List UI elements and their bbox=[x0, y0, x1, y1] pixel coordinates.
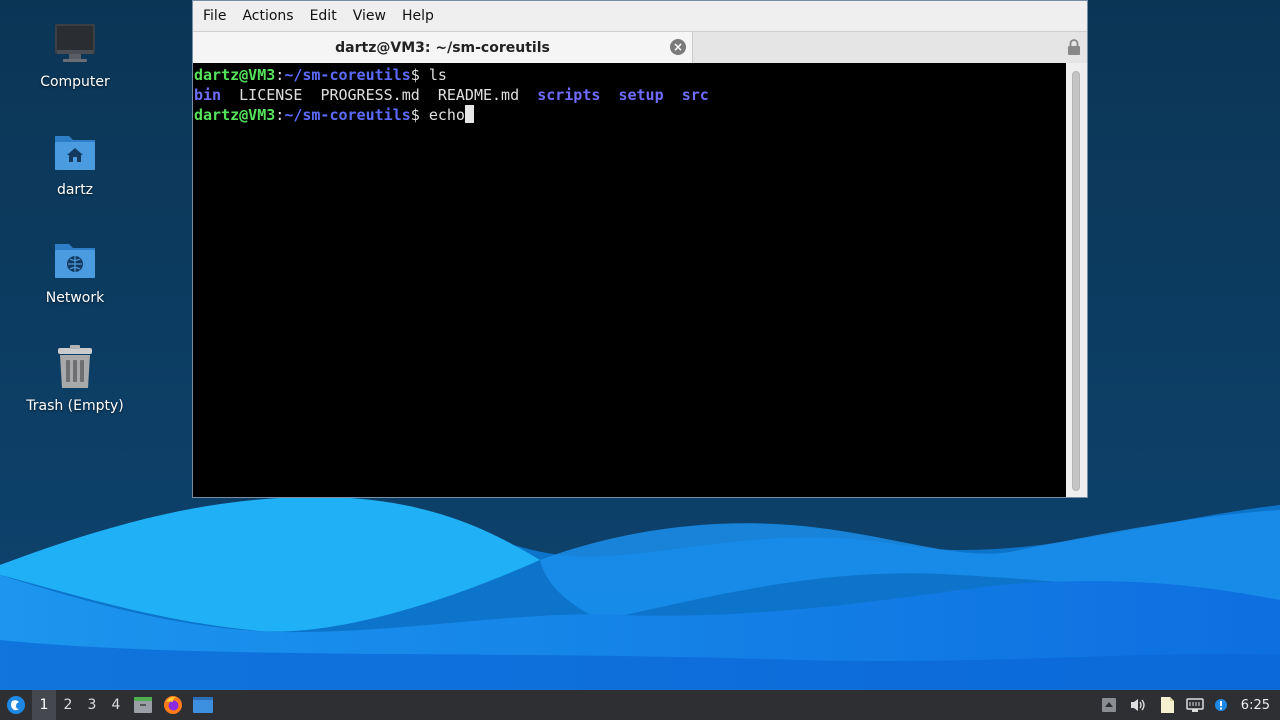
clipboard-icon bbox=[1160, 697, 1174, 713]
ls-entry: README.md bbox=[437, 86, 520, 104]
prompt-user: dartz@VM3 bbox=[194, 66, 276, 84]
volume-icon bbox=[1130, 699, 1145, 711]
workspace-1[interactable]: 1 bbox=[32, 690, 56, 720]
start-menu-icon bbox=[7, 696, 25, 714]
menu-actions[interactable]: Actions bbox=[234, 1, 301, 31]
clipboard-button[interactable] bbox=[1153, 690, 1181, 720]
clock[interactable]: 6:25 bbox=[1233, 698, 1280, 713]
terminal-icon bbox=[193, 697, 213, 713]
taskbar: 1 2 3 4 6:25 bbox=[0, 690, 1280, 720]
menu-bar: File Actions Edit View Help bbox=[193, 1, 1087, 31]
prompt-user: dartz@VM3 bbox=[194, 106, 276, 124]
desktop-icon-computer[interactable]: Computer bbox=[20, 20, 130, 90]
file-manager-icon bbox=[134, 697, 152, 713]
ls-entry: bin bbox=[194, 86, 222, 104]
ls-entry: PROGRESS.md bbox=[320, 86, 420, 104]
close-tab-icon[interactable]: × bbox=[670, 39, 686, 55]
ls-entry: scripts bbox=[537, 86, 601, 104]
file-manager-launcher[interactable] bbox=[128, 690, 158, 720]
prompt-separator: : bbox=[275, 106, 285, 124]
lock-icon[interactable] bbox=[1067, 39, 1081, 55]
firefox-launcher[interactable] bbox=[158, 690, 188, 720]
terminal-scrollbar[interactable] bbox=[1066, 63, 1087, 497]
menu-help[interactable]: Help bbox=[394, 1, 442, 31]
tray-expand-button[interactable] bbox=[1095, 690, 1123, 720]
prompt-symbol: $ bbox=[410, 106, 429, 124]
menu-edit[interactable]: Edit bbox=[302, 1, 345, 31]
terminal-tab[interactable]: dartz@VM3: ~/sm-coreutils × bbox=[193, 32, 693, 63]
prompt-symbol: $ bbox=[410, 66, 429, 84]
tab-bar: dartz@VM3: ~/sm-coreutils × bbox=[193, 31, 1087, 63]
text-cursor bbox=[464, 105, 474, 123]
menu-view[interactable]: View bbox=[345, 1, 394, 31]
network-folder-icon bbox=[51, 236, 99, 284]
network-button[interactable] bbox=[1181, 690, 1209, 720]
system-tray: 6:25 bbox=[1095, 690, 1280, 720]
desktop-icon-label: Network bbox=[45, 290, 105, 306]
volume-button[interactable] bbox=[1123, 690, 1153, 720]
terminal-line: dartz@VM3:~/sm-coreutils$ echo bbox=[194, 105, 1067, 125]
desktop-icon-label: Trash (Empty) bbox=[26, 398, 124, 414]
desktop-icon-trash[interactable]: Trash (Empty) bbox=[20, 344, 130, 414]
terminal-output[interactable]: dartz@VM3:~/sm-coreutils$ ls bin LICENSE … bbox=[193, 63, 1067, 497]
notification-button[interactable] bbox=[1209, 690, 1233, 720]
ls-entry: src bbox=[681, 86, 709, 104]
home-folder-icon bbox=[51, 128, 99, 176]
workspace-3[interactable]: 3 bbox=[80, 690, 104, 720]
notification-icon bbox=[1214, 699, 1227, 711]
tray-arrow-icon bbox=[1101, 698, 1116, 712]
workspace-4[interactable]: 4 bbox=[104, 690, 128, 720]
prompt-path: ~/sm-coreutils bbox=[284, 66, 411, 84]
start-menu-button[interactable] bbox=[0, 690, 32, 720]
monitor-icon bbox=[51, 20, 99, 68]
terminal-launcher[interactable] bbox=[188, 690, 218, 720]
ls-entry: setup bbox=[618, 86, 664, 104]
command-input[interactable]: echo bbox=[429, 106, 465, 124]
command-text: ls bbox=[428, 66, 447, 84]
trash-icon bbox=[51, 344, 99, 392]
terminal-line: bin LICENSE PROGRESS.md README.md script… bbox=[194, 85, 1067, 105]
network-icon bbox=[1186, 698, 1204, 712]
firefox-icon bbox=[164, 696, 182, 714]
ls-entry: LICENSE bbox=[239, 86, 303, 104]
prompt-separator: : bbox=[275, 66, 285, 84]
desktop-icon-label: Computer bbox=[40, 74, 110, 90]
desktop-icon-label: dartz bbox=[56, 182, 94, 198]
desktop-icon-network[interactable]: Network bbox=[20, 236, 130, 306]
scrollbar-thumb[interactable] bbox=[1072, 71, 1080, 491]
tab-title: dartz@VM3: ~/sm-coreutils bbox=[335, 39, 550, 56]
desktop-icon-home[interactable]: dartz bbox=[20, 128, 130, 198]
terminal-line: dartz@VM3:~/sm-coreutils$ ls bbox=[194, 65, 1067, 85]
workspace-2[interactable]: 2 bbox=[56, 690, 80, 720]
terminal-window[interactable]: File Actions Edit View Help dartz@VM3: ~… bbox=[192, 0, 1088, 498]
prompt-path: ~/sm-coreutils bbox=[284, 106, 411, 124]
menu-file[interactable]: File bbox=[195, 1, 234, 31]
